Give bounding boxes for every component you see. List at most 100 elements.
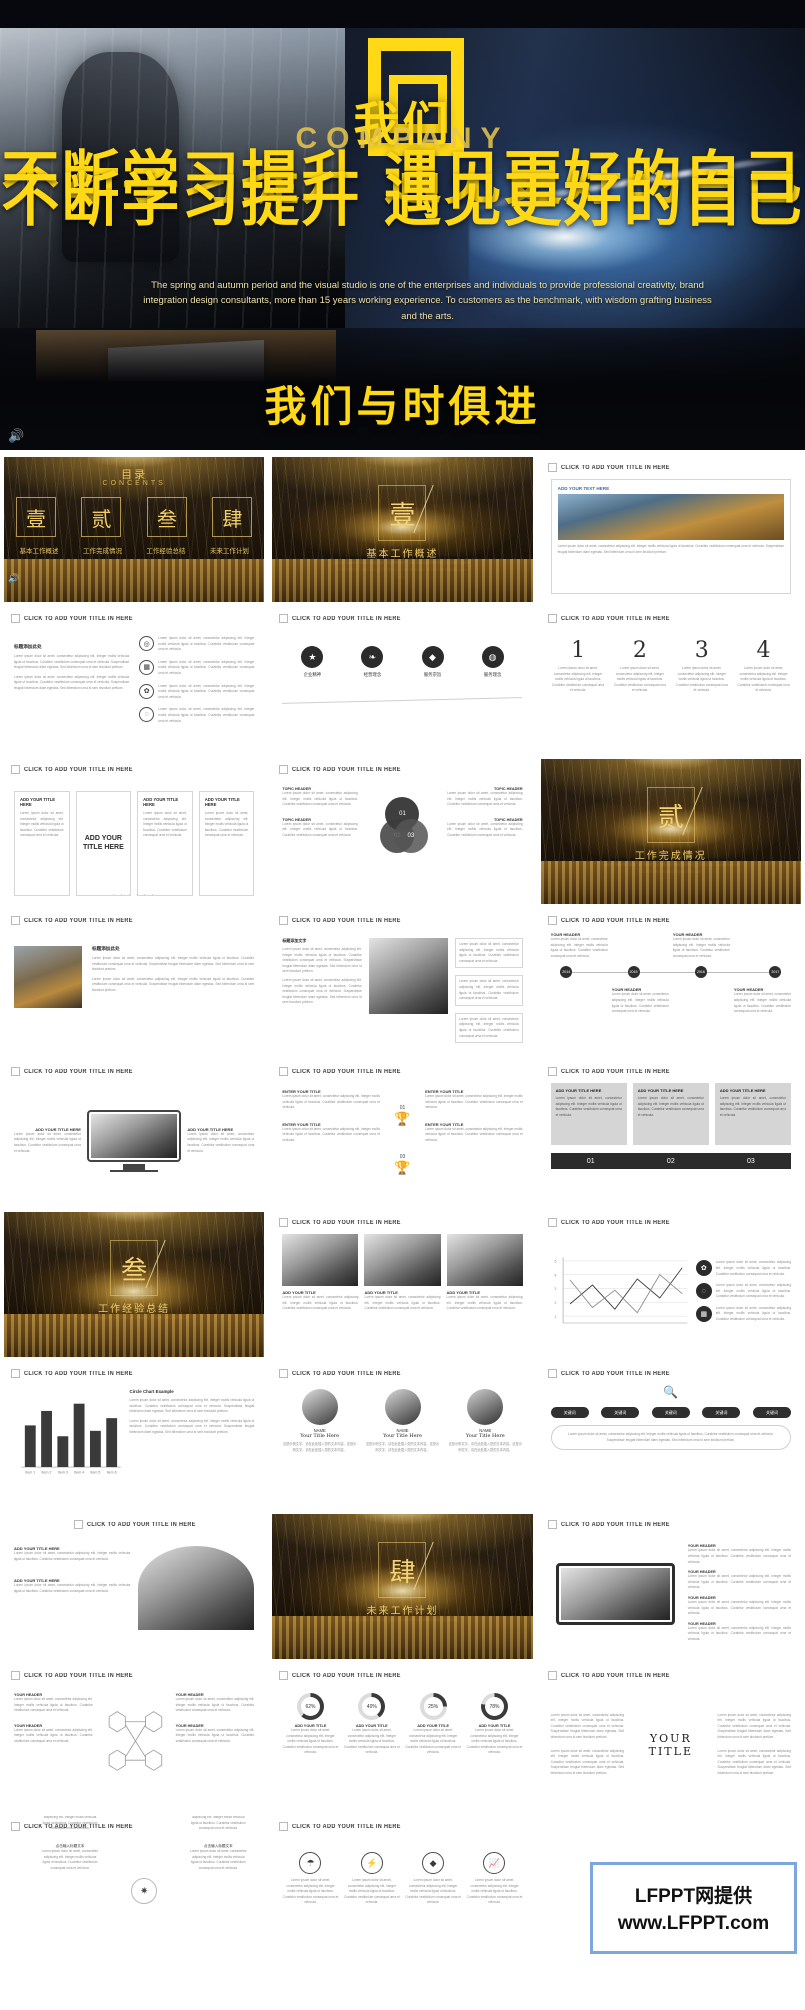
slide-cell[interactable]: 贰 工作完成情况 Lorem ipsum dolor sit amet. In … [537, 756, 805, 907]
slide-title: CLICK TO ADD YOUR TITLE IN HERE [292, 1823, 402, 1830]
keyword-pill[interactable]: 关键词 [702, 1407, 741, 1418]
slide-flow-cn[interactable]: CLICK TO ADD YOUR TITLE IN HERE 点击输入标题文本… [4, 1816, 265, 1961]
slide-cell[interactable]: CLICK TO ADD YOUR TITLE IN HERE ADD YOUR… [0, 756, 268, 907]
divider-line [282, 697, 523, 704]
slide-cell[interactable]: CLICK TO ADD YOUR TITLE IN HERE 🔍 关键词 关键… [537, 1360, 805, 1511]
trophy-icon: 🏆 [394, 1110, 411, 1126]
slide-venn[interactable]: CLICK TO ADD YOUR TITLE IN HERE TOPIC HE… [272, 759, 533, 904]
venn-circle: 03 [393, 819, 428, 853]
section-number: 贰 [657, 803, 684, 833]
slide-section-2[interactable]: 贰 工作完成情况 Lorem ipsum dolor sit amet. In … [540, 759, 801, 904]
slide-cell[interactable]: CLICK TO ADD YOUR TITLE IN HERE [0, 1360, 268, 1511]
slide-cell[interactable]: 叁 工作经验总结 Lorem ipsum dolor sit amet. In … [0, 1209, 268, 1360]
slide-timeline[interactable]: CLICK TO ADD YOUR TITLE IN HERE YOUR HEA… [540, 910, 801, 1055]
body-text: Lorem ipsum dolor sit amet, consectetur … [675, 666, 728, 693]
donut-chart: 40% [358, 1693, 386, 1720]
slide-cell[interactable]: CLICK TO ADD YOUR TITLE IN HERE 点击输入标题文本… [0, 1813, 268, 1964]
slide-title: CLICK TO ADD YOUR TITLE IN HERE [292, 615, 402, 622]
slide-bar-chart[interactable]: CLICK TO ADD YOUR TITLE IN HERE Item 1 I… [4, 1363, 265, 1508]
body-text: Lorem ipsum dolor sit amet, consectetur … [552, 666, 605, 693]
slide-cell[interactable]: CLICK TO ADD YOUR TITLE IN HERE 标题添加文字 L… [268, 907, 536, 1058]
body-text: Lorem ipsum dolor sit amet, consectetur … [14, 1727, 93, 1743]
slide-section-1[interactable]: 壹 基本工作概述 Lorem ipsum dolor sit amet. In … [272, 457, 533, 602]
slide-icon-circles[interactable]: CLICK TO ADD YOUR TITLE IN HERE ☂ Lorem … [272, 1816, 533, 1961]
magnifier-icon: 🔍 [663, 1385, 679, 1399]
slide-four-boxes[interactable]: CLICK TO ADD YOUR TITLE IN HERE ADD YOUR… [4, 759, 265, 904]
body-text: Lorem ipsum dolor sit amet, consectetur … [20, 811, 64, 838]
section-number: 肆 [389, 1558, 416, 1588]
slide-cell[interactable]: CLICK TO ADD YOUR TITLE IN HERE NAME You… [268, 1360, 536, 1511]
slide-three-panels[interactable]: CLICK TO ADD YOUR TITLE IN HERE ADD YOUR… [540, 1061, 801, 1206]
slide-four-circles[interactable]: CLICK TO ADD YOUR TITLE IN HERE ★ 企业精神 ❧… [272, 608, 533, 753]
slide-cell[interactable]: CLICK TO ADD YOUR TITLE IN HERE Lorem ip… [537, 1662, 805, 1813]
slide-cell[interactable]: CLICK TO ADD YOUR TITLE IN HERE ADD YOUR… [0, 1058, 268, 1209]
slide-photo-text[interactable]: CLICK TO ADD YOUR TITLE IN HERE ADD YOUR… [540, 457, 801, 602]
title-placeholder-box-icon [279, 765, 289, 774]
slide-cell[interactable]: CLICK TO ADD YOUR TITLE IN HERE TOPIC HE… [268, 756, 536, 907]
slide-title: CLICK TO ADD YOUR TITLE IN HERE [24, 1370, 133, 1377]
slide-cell[interactable]: CLICK TO ADD YOUR TITLE IN HERE [537, 1209, 805, 1360]
slide-cell[interactable]: CLICK TO ADD YOUR TITLE IN HERE ADD YOUR… [0, 1511, 268, 1662]
keyword-pill[interactable]: 关键词 [550, 1407, 589, 1418]
slide-title-row: CLICK TO ADD YOUR TITLE IN HERE [547, 614, 679, 623]
slide-four-numbers[interactable]: CLICK TO ADD YOUR TITLE IN HERE 1 Lorem … [540, 608, 801, 753]
slide-cell[interactable]: CLICK TO ADD YOUR TITLE IN HERE YOUR HEA… [537, 907, 805, 1058]
slide-cell[interactable]: CLICK TO ADD YOUR TITLE IN HERE YOUR HEA… [537, 1511, 805, 1662]
slide-title-row: CLICK TO ADD YOUR TITLE IN HERE [11, 1067, 142, 1076]
slide-text-icons[interactable]: CLICK TO ADD YOUR TITLE IN HERE 标题添加此处 L… [4, 608, 265, 753]
slide-statue[interactable]: CLICK TO ADD YOUR TITLE IN HERE ADD YOUR… [4, 1514, 265, 1659]
donut-percent: 25% [423, 1697, 443, 1716]
slide-cell[interactable]: CLICK TO ADD YOUR TITLE IN HERE ★ 企业精神 ❧… [268, 605, 536, 756]
svg-text:1: 1 [554, 1315, 556, 1319]
slide-three-photos[interactable]: CLICK TO ADD YOUR TITLE IN HERE ADD YOUR… [272, 1212, 533, 1357]
slide-cell[interactable]: 壹 基本工作概述 Lorem ipsum dolor sit amet. In … [268, 454, 536, 605]
keyword-pill[interactable]: 关键词 [752, 1407, 791, 1418]
slide-cell[interactable]: CLICK TO ADD YOUR TITLE IN HERE 标题添加此处 L… [0, 605, 268, 756]
slide-donuts[interactable]: CLICK TO ADD YOUR TITLE IN HERE 62% ADD … [272, 1665, 533, 1810]
slide-title-row: CLICK TO ADD YOUR TITLE IN HERE [547, 1067, 679, 1076]
slide-section-3[interactable]: 叁 工作经验总结 Lorem ipsum dolor sit amet. In … [4, 1212, 265, 1357]
text-heading: 标题添加文字 [282, 938, 307, 943]
slide-section-4[interactable]: 肆 未来工作计划 Lorem ipsum dolor sit amet. In … [272, 1514, 533, 1659]
keyword-pill[interactable]: 关键词 [601, 1407, 640, 1418]
slide-trophy-list[interactable]: CLICK TO ADD YOUR TITLE IN HERE ENTER YO… [272, 1061, 533, 1206]
slide-your-title[interactable]: CLICK TO ADD YOUR TITLE IN HERE Lorem ip… [540, 1665, 801, 1810]
slide-cell[interactable]: CLICK TO ADD YOUR TITLE IN HERE ADD YOUR… [537, 454, 805, 605]
slide-photo-left-text[interactable]: CLICK TO ADD YOUR TITLE IN HERE 标题添加此处 L… [4, 910, 265, 1055]
body-text: Lorem ipsum dolor sit amet, consectetur … [158, 659, 255, 675]
donut-chart: 25% [419, 1693, 447, 1720]
slide-line-chart[interactable]: CLICK TO ADD YOUR TITLE IN HERE 5 4 3 2 … [540, 1212, 801, 1357]
timeline-year: 2015 [627, 966, 640, 979]
bar-chart-icon: ▦ [695, 1305, 712, 1322]
slide-title: CLICK TO ADD YOUR TITLE IN HERE [560, 1068, 670, 1075]
body-text: Lorem ipsum dolor sit amet, consectetur … [466, 1728, 523, 1755]
slide-title: CLICK TO ADD YOUR TITLE IN HERE [24, 1068, 133, 1075]
timeline-axis: 2014 2015 2016 2017 [551, 966, 791, 980]
body-text: Lorem ipsum dolor sit amet, consectetur … [425, 1094, 523, 1110]
donut-percent: 78% [484, 1697, 504, 1716]
slide-photo-center-text[interactable]: CLICK TO ADD YOUR TITLE IN HERE 标题添加文字 L… [272, 910, 533, 1055]
slide-cell[interactable]: CLICK TO ADD YOUR TITLE IN HERE ENTER YO… [268, 1058, 536, 1209]
slide-cell[interactable]: CLICK TO ADD YOUR TITLE IN HERE YOUR HEA… [0, 1662, 268, 1813]
slide-cell[interactable]: 肆 未来工作计划 Lorem ipsum dolor sit amet. In … [268, 1511, 536, 1662]
section-number: 叁 [121, 1256, 148, 1286]
keyword-pill[interactable]: 关键词 [651, 1407, 690, 1418]
slide-cell[interactable]: CLICK TO ADD YOUR TITLE IN HERE ADD YOUR… [537, 1058, 805, 1209]
toc-number: 贰 [81, 497, 122, 537]
body-text: Lorem ipsum dolor sit amet, consectetur … [42, 1816, 98, 1831]
slide-hex-flow[interactable]: CLICK TO ADD YOUR TITLE IN HERE YOUR HEA… [4, 1665, 265, 1810]
slide-tablet[interactable]: CLICK TO ADD YOUR TITLE IN HERE YOUR HEA… [540, 1514, 801, 1659]
panel-number: 01 [586, 1157, 595, 1165]
body-text: Lorem ipsum dolor sit amet, consectetur … [550, 1748, 625, 1775]
slide-cell[interactable]: CLICK TO ADD YOUR TITLE IN HERE 1 Lorem … [537, 605, 805, 756]
slide-cell[interactable]: CLICK TO ADD YOUR TITLE IN HERE ADD YOUR… [268, 1209, 536, 1360]
slide-cell[interactable]: CLICK TO ADD YOUR TITLE IN HERE ☂ Lorem … [268, 1813, 536, 1964]
slide-keyword-tree[interactable]: CLICK TO ADD YOUR TITLE IN HERE 🔍 关键词 关键… [540, 1363, 801, 1508]
slide-title: CLICK TO ADD YOUR TITLE IN HERE [560, 1370, 670, 1377]
slide-cell[interactable]: 目录 CONCENTS 壹 贰 叁 肆 基本工作概述 工作完成情况 工作经验总结… [0, 454, 268, 605]
slide-toc[interactable]: 目录 CONCENTS 壹 贰 叁 肆 基本工作概述 工作完成情况 工作经验总结… [4, 457, 265, 602]
slide-cell[interactable]: CLICK TO ADD YOUR TITLE IN HERE 标题添加此处 L… [0, 907, 268, 1058]
slide-cell[interactable]: CLICK TO ADD YOUR TITLE IN HERE 62% ADD … [268, 1662, 536, 1813]
slide-monitor[interactable]: CLICK TO ADD YOUR TITLE IN HERE ADD YOUR… [4, 1061, 265, 1206]
slide-team[interactable]: CLICK TO ADD YOUR TITLE IN HERE NAME You… [272, 1363, 533, 1508]
